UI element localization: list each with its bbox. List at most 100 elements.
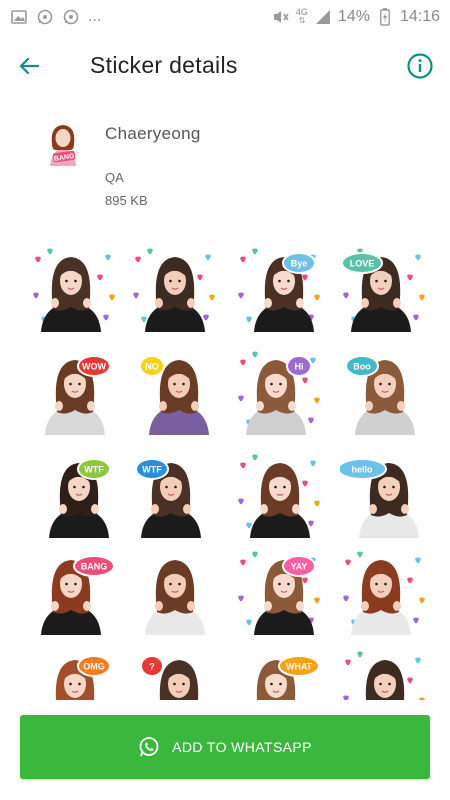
heart-decoration	[345, 659, 351, 666]
heart-decoration	[35, 256, 41, 263]
sticker-hand	[87, 401, 95, 411]
sticker-item[interactable]: LOVE	[340, 247, 430, 332]
sticker-image: BANG	[41, 555, 115, 635]
sticker-item[interactable]: OMG	[30, 650, 120, 707]
sticker-hand	[151, 504, 159, 514]
sticker-image: Boo	[345, 355, 415, 435]
status-bar-notifications: ...	[10, 8, 101, 26]
sticker-image	[133, 248, 215, 332]
sticker-eye	[178, 582, 181, 586]
back-button[interactable]	[14, 51, 44, 81]
sticker-eye	[169, 279, 172, 283]
sticker-eye	[279, 382, 282, 386]
heart-decoration	[413, 617, 419, 624]
info-button[interactable]	[406, 52, 434, 80]
sticker-eye	[182, 682, 185, 686]
sticker-pack-size: 895 KB	[105, 193, 148, 208]
sticker-eye	[384, 582, 387, 586]
sticker-eye	[78, 382, 81, 386]
sticker-item[interactable]	[130, 247, 220, 332]
sticker-item[interactable]: WOW	[30, 350, 120, 435]
sticker-item[interactable]: ?	[130, 650, 220, 707]
heart-decoration	[197, 274, 203, 281]
sticker-image: WHAT	[256, 655, 320, 707]
sticker-item[interactable]: WTF	[130, 453, 220, 538]
sticker-pack-publisher: QA	[105, 170, 124, 185]
sticker-hand	[155, 601, 163, 611]
heart-decoration	[105, 254, 111, 261]
sticker-eye	[65, 279, 68, 283]
sticker-hand	[159, 401, 167, 411]
sticker-eye	[74, 582, 77, 586]
heart-decoration	[415, 254, 421, 261]
sticker-bubble-text: Bye	[291, 259, 308, 269]
page-title: Sticker details	[90, 52, 238, 78]
sticker-hand	[296, 601, 304, 611]
sticker-hand	[183, 504, 191, 514]
sticker-bubble-text: Boo	[353, 362, 371, 372]
sticker-item[interactable]	[235, 453, 325, 538]
sticker-pack-name: Chaeryeong	[105, 124, 201, 143]
sticker-eye	[379, 382, 382, 386]
sticker-eye	[178, 279, 181, 283]
sticker-item[interactable]: Bye	[235, 247, 325, 332]
sticker-eye	[65, 582, 68, 586]
sticker-bubble-text: LOVE	[350, 259, 375, 269]
sticker-eye	[278, 582, 281, 586]
sticker-hand	[397, 401, 405, 411]
sticker-bubble-text: WOW	[82, 362, 106, 372]
sticker-image	[238, 454, 320, 538]
sticker-bubble-text: hello	[351, 465, 373, 475]
sticker-image: OMG	[55, 655, 111, 707]
heart-decoration	[407, 677, 413, 684]
sticker-item[interactable]	[340, 650, 430, 707]
sticker-image: Bye	[238, 248, 320, 332]
heart-decoration	[147, 248, 153, 255]
heart-decoration	[209, 294, 215, 301]
sticker-hand	[361, 601, 369, 611]
heart-decoration	[246, 522, 252, 529]
sticker-image	[343, 651, 425, 707]
sticker-item[interactable]: BANG	[30, 550, 120, 635]
sticker-bubble-text: ?	[149, 662, 155, 672]
heart-decoration	[240, 559, 246, 566]
sticker-hand	[369, 504, 377, 514]
sticker-hand	[155, 298, 163, 308]
sticker-item[interactable]: WHAT	[235, 650, 325, 707]
sticker-bubble-text: NO	[145, 362, 159, 372]
sticker-item[interactable]	[130, 550, 220, 635]
sticker-image: Hi	[238, 351, 320, 435]
add-to-whatsapp-button[interactable]: ADD TO WHATSAPP	[20, 715, 430, 779]
sticker-eye	[165, 485, 168, 489]
sticker-item[interactable]	[30, 247, 120, 332]
sticker-item[interactable]: hello	[337, 453, 430, 538]
sticker-image: ?	[140, 655, 199, 707]
whatsapp-notification-icon	[36, 8, 54, 26]
sticker-hand	[393, 298, 401, 308]
sticker-hand	[256, 401, 264, 411]
status-bar: ... 4G ⇅ 14% 14:16	[0, 0, 450, 33]
sticker-item[interactable]: YAY	[235, 550, 325, 635]
heart-decoration	[357, 651, 363, 658]
sticker-eye	[74, 279, 77, 283]
sticker-hand	[365, 401, 373, 411]
heart-decoration	[310, 460, 316, 467]
sticker-image	[145, 560, 205, 635]
heart-decoration	[252, 551, 258, 558]
sticker-hand	[83, 601, 91, 611]
heart-decoration	[419, 597, 425, 604]
sticker-image: WTF	[49, 458, 111, 538]
sticker-bubble-text: OMG	[83, 662, 105, 672]
sticker-item[interactable]: WTF	[30, 453, 120, 538]
sticker-eye	[278, 279, 281, 283]
add-to-whatsapp-label: ADD TO WHATSAPP	[172, 739, 312, 755]
heart-decoration	[415, 557, 421, 564]
sticker-item[interactable]: NO	[130, 350, 220, 435]
sticker-item[interactable]: Hi	[235, 350, 325, 435]
sticker-hand	[83, 298, 91, 308]
sticker-item[interactable]: Boo	[340, 350, 430, 435]
sticker-eye	[274, 485, 277, 489]
heart-decoration	[302, 480, 308, 487]
heart-decoration	[33, 292, 39, 299]
sticker-item[interactable]	[340, 550, 430, 635]
